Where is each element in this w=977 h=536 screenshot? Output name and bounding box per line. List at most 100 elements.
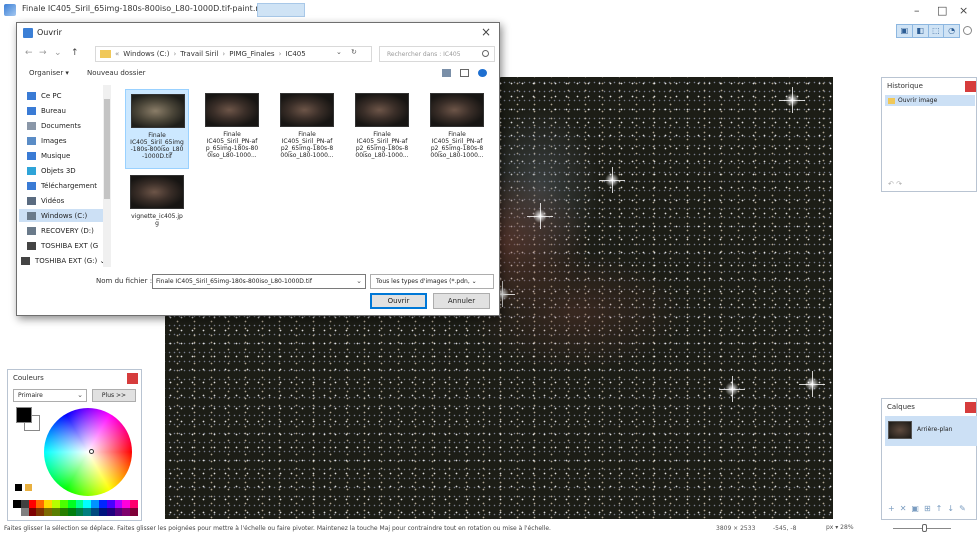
palette-swatch[interactable] (106, 500, 115, 508)
palette-swatch[interactable] (122, 508, 131, 516)
back-arrow-icon[interactable]: ← (25, 48, 33, 58)
sidebar-item-windows-c[interactable]: Windows (C:) (19, 209, 109, 222)
palette-swatch[interactable] (75, 508, 84, 516)
sidebar-item-videos[interactable]: Vidéos (27, 194, 64, 207)
sidebar-item-documents[interactable]: Documents (27, 119, 81, 132)
palette-swatch[interactable] (122, 500, 131, 508)
delete-layer-icon[interactable]: ✕ (900, 504, 907, 513)
palette-swatch[interactable] (44, 508, 53, 516)
merge-layer-icon[interactable]: ⊞ (924, 504, 931, 513)
close-icon[interactable] (965, 402, 976, 413)
palette-swatch[interactable] (67, 508, 76, 516)
scrollbar-thumb[interactable] (104, 99, 110, 199)
palette-swatch[interactable] (67, 500, 76, 508)
file-item[interactable]: Finale IC405_Siril_65img -180s-800iso_L8… (125, 89, 189, 169)
more-colors-button[interactable]: Plus >> (92, 389, 136, 402)
palette-swatch[interactable] (114, 508, 123, 516)
address-dropdown-icon[interactable]: ⌄ (336, 48, 342, 56)
sidebar-item-downloads[interactable]: Téléchargement (27, 179, 97, 192)
palette-swatch[interactable] (75, 500, 84, 508)
zoom-slider-knob[interactable] (922, 524, 927, 532)
add-layer-icon[interactable]: + (888, 504, 895, 513)
new-folder-button[interactable]: Nouveau dossier (87, 69, 146, 77)
cancel-button[interactable]: Annuler (433, 293, 490, 309)
move-down-icon[interactable]: ↓ (947, 504, 954, 513)
help-icon[interactable] (478, 69, 487, 77)
sidebar-item-toshiba-ext[interactable]: TOSHIBA EXT (G (27, 239, 98, 252)
sidebar-item-desktop[interactable]: Bureau (27, 104, 66, 117)
palette-swatch[interactable] (130, 508, 138, 516)
address-bar[interactable]: « Windows (C:) › Travail Siril › PIMG_Fi… (95, 46, 372, 62)
palette-swatch[interactable] (13, 508, 21, 516)
palette-swatch[interactable] (59, 500, 68, 508)
image-tab[interactable] (257, 3, 305, 17)
zoom-tool-icon[interactable]: ◔ (944, 25, 959, 37)
maximize-button[interactable]: □ (937, 4, 947, 17)
palette-swatch[interactable] (36, 508, 45, 516)
palette-swatch[interactable] (59, 508, 68, 516)
layer-properties-icon[interactable]: ✎ (959, 504, 966, 513)
settings-icon[interactable] (963, 26, 972, 35)
palette-swatch[interactable] (52, 500, 60, 508)
organize-button[interactable]: Organiser ▾ (29, 69, 69, 77)
forward-arrow-icon[interactable]: → (39, 48, 47, 58)
palette-swatch[interactable] (98, 500, 107, 508)
file-item[interactable]: vignette_ic405.jp g (125, 171, 189, 251)
zoom-readout[interactable]: px ▾ 28% (826, 524, 854, 531)
up-arrow-icon[interactable]: ↑ (71, 48, 79, 58)
lasso-tool-icon[interactable]: ⬚ (929, 25, 945, 37)
open-button[interactable]: Ouvrir (370, 293, 427, 309)
move-tool-icon[interactable]: ◧ (913, 25, 929, 37)
breadcrumb-item[interactable]: PIMG_Finales (229, 50, 274, 58)
breadcrumb-item[interactable]: Travail Siril (180, 50, 218, 58)
file-item[interactable]: Finale IC405_Siril_PN-af p_65img-180s-80… (200, 89, 264, 169)
palette-swatch[interactable] (44, 500, 53, 508)
breadcrumb-overflow[interactable]: « (115, 50, 119, 58)
color-wheel-marker[interactable] (89, 449, 94, 454)
palette-swatch[interactable] (52, 508, 60, 516)
file-item[interactable]: Finale IC405_Siril_PN-af p2_65img-180s-8… (350, 89, 414, 169)
refresh-icon[interactable]: ↻ (351, 48, 357, 56)
preview-pane-icon[interactable] (460, 69, 469, 77)
swap-colors-icon[interactable] (25, 484, 32, 491)
palette-swatch[interactable] (91, 500, 99, 508)
sidebar-item-recovery-d[interactable]: RECOVERY (D:) (27, 224, 94, 237)
palette-swatch[interactable] (28, 500, 37, 508)
duplicate-layer-icon[interactable]: ▣ (911, 504, 919, 513)
dialog-close-button[interactable]: × (481, 25, 491, 39)
minimize-button[interactable]: – (914, 4, 920, 17)
palette-swatch[interactable] (91, 508, 99, 516)
palette-swatch[interactable] (98, 508, 107, 516)
close-icon[interactable] (965, 81, 976, 92)
close-icon[interactable] (127, 373, 138, 384)
palette-swatch[interactable] (36, 500, 45, 508)
move-up-icon[interactable]: ↑ (936, 504, 943, 513)
search-input[interactable]: Rechercher dans : IC405 (379, 46, 495, 62)
sidebar-item-3d-objects[interactable]: Objets 3D (27, 164, 76, 177)
sidebar-item-music[interactable]: Musique (27, 149, 70, 162)
breadcrumb-item[interactable]: IC405 (285, 50, 305, 58)
palette-swatch[interactable] (20, 508, 29, 516)
filename-field[interactable]: Finale IC405_Siril_65img-180s-800iso_L80… (152, 274, 366, 289)
sidebar-item-toshiba-ext-g[interactable]: TOSHIBA EXT (G:) ⌄ (21, 254, 105, 267)
palette-swatch[interactable] (83, 508, 92, 516)
view-mode-icon[interactable] (442, 69, 451, 77)
sidebar-item-pictures[interactable]: Images (27, 134, 67, 147)
chevron-down-icon[interactable]: ⌄ (356, 277, 362, 285)
undo-redo-icons[interactable]: ↶ ↷ (888, 180, 902, 188)
select-tool-icon[interactable]: ▣ (897, 25, 913, 37)
default-colors-icon[interactable] (15, 484, 22, 491)
palette-swatch[interactable] (114, 500, 123, 508)
breadcrumb-item[interactable]: Windows (C:) (123, 50, 169, 58)
file-item[interactable]: Finale IC405_Siril_PN-af p2_65img-180s-8… (275, 89, 339, 169)
sidebar-item-this-pc[interactable]: Ce PC (27, 89, 62, 102)
palette-swatch[interactable] (28, 508, 37, 516)
palette-swatch[interactable] (13, 500, 21, 508)
layer-item[interactable]: Arrière-plan (885, 416, 977, 446)
file-item[interactable]: Finale IC405_Siril_PN-af p2_65img-180s-8… (425, 89, 489, 169)
palette-swatch[interactable] (20, 500, 29, 508)
palette-swatch[interactable] (106, 508, 115, 516)
close-button[interactable]: × (959, 4, 968, 17)
file-type-select[interactable]: Tous les types d'images (*.pdn, ⌄ (370, 274, 494, 289)
primary-color-swatch[interactable] (16, 407, 32, 423)
